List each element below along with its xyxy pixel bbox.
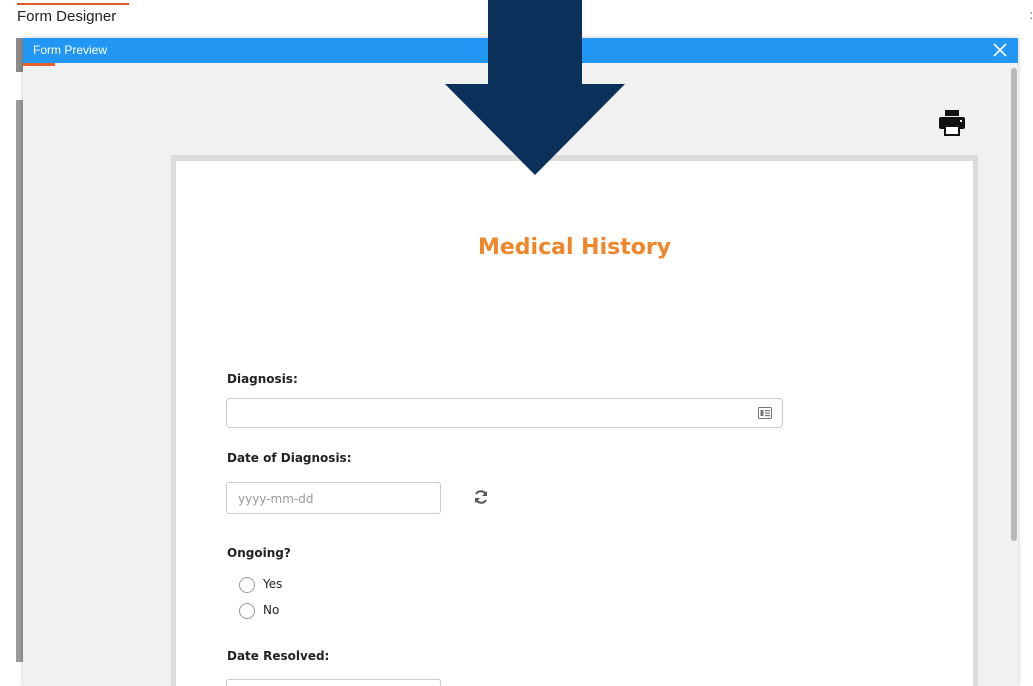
date-of-diagnosis-input[interactable]: yyyy-mm-dd: [226, 482, 441, 514]
date-of-diagnosis-placeholder: yyyy-mm-dd: [238, 492, 314, 506]
app-title: Form Designer: [17, 8, 117, 25]
form-title: Medical History: [477, 235, 672, 260]
diagnosis-input[interactable]: [226, 398, 783, 428]
date-of-diagnosis-label: Date of Diagnosis:: [227, 451, 352, 465]
header-accent-bar: [23, 63, 55, 66]
modal-header: Form Preview: [23, 38, 1018, 63]
refresh-icon[interactable]: [472, 488, 490, 506]
ongoing-label: Ongoing?: [227, 546, 291, 560]
date-resolved-label: Date Resolved:: [227, 649, 330, 663]
radio-circle[interactable]: [239, 603, 255, 619]
date-resolved-input[interactable]: yyyy-mm-dd: [226, 679, 441, 686]
app-menu-indicator: :: [1029, 8, 1033, 22]
form-preview-modal: Form Preview Medical History Diagnosis:: [23, 38, 1018, 686]
form-card: Medical History Diagnosis: Date of Diagn…: [176, 161, 973, 686]
modal-title: Form Preview: [33, 43, 108, 57]
scrollbar-thumb[interactable]: [1011, 68, 1017, 541]
radio-circle[interactable]: [239, 577, 255, 593]
radio-label-no: No: [263, 603, 280, 617]
diagnosis-label: Diagnosis:: [227, 372, 298, 386]
close-icon[interactable]: [990, 40, 1010, 60]
id-card-icon[interactable]: [758, 407, 772, 419]
print-icon[interactable]: [938, 108, 966, 138]
radio-label-yes: Yes: [263, 577, 283, 591]
app-tab-underline: [17, 3, 129, 5]
